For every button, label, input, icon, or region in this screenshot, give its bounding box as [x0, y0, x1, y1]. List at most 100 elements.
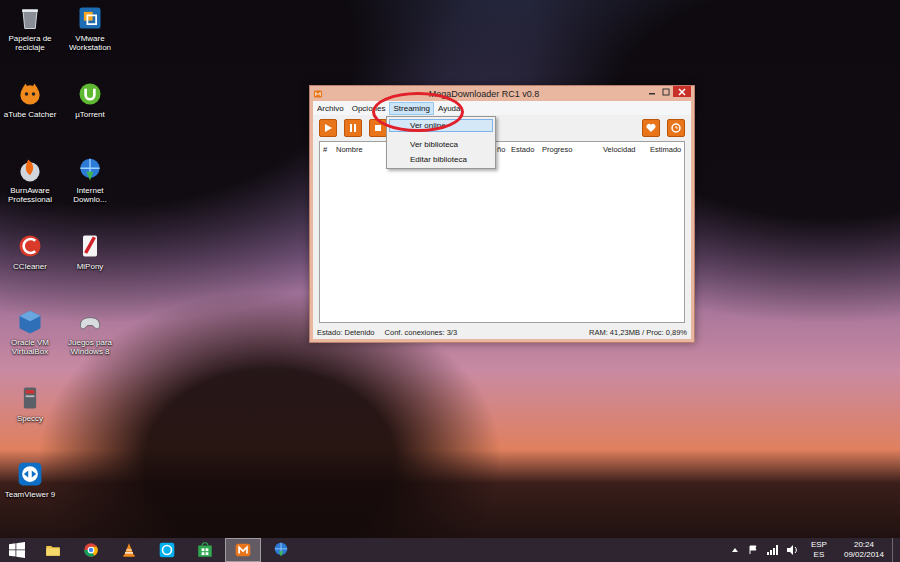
- maximize-icon: [662, 88, 670, 96]
- column-header[interactable]: Estimado: [650, 145, 684, 154]
- taskbar-item[interactable]: [111, 538, 147, 562]
- chrome-icon: [82, 541, 100, 559]
- menu-item[interactable]: Archivo: [313, 102, 348, 115]
- pause-icon: [348, 123, 358, 133]
- action-center-flag-icon[interactable]: [748, 545, 758, 555]
- recycle-bin-icon: [16, 4, 44, 32]
- clock-time: 20:24: [854, 540, 874, 550]
- desktop-icon[interactable]: µTorrent: [60, 80, 120, 156]
- virtualbox-icon: [16, 308, 44, 336]
- vlc-icon: [120, 541, 138, 559]
- games-controller-icon: [76, 308, 104, 336]
- teamviewer-icon: [16, 460, 44, 488]
- column-header[interactable]: Velocidad: [603, 145, 650, 154]
- status-connections: Conf. conexiones: 3/3: [385, 328, 458, 337]
- desktop-icon-label: Internet Downlo...: [61, 186, 119, 204]
- column-header[interactable]: ño: [497, 145, 511, 154]
- clock[interactable]: 20:2409/02/2014: [840, 540, 888, 559]
- desktop-icon[interactable]: Juegos para Windows 8: [60, 308, 120, 384]
- close-icon: [678, 88, 686, 96]
- megadownloader-icon: [313, 89, 323, 99]
- title-bar: MegaDownloader RC1 v0.8: [313, 86, 691, 101]
- show-desktop-button[interactable]: [892, 538, 900, 562]
- desktop-icon[interactable]: Internet Downlo...: [60, 156, 120, 232]
- close-button[interactable]: [673, 86, 691, 97]
- network-icon[interactable]: [767, 545, 778, 555]
- skype-icon: [158, 541, 176, 559]
- utorrent-icon: [76, 80, 104, 108]
- desktop-icon-label: aTube Catcher: [4, 110, 57, 119]
- donate-button[interactable]: [642, 119, 660, 137]
- desktop-icon[interactable]: Oracle VM VirtualBox: [0, 308, 60, 384]
- column-header[interactable]: #: [323, 145, 336, 154]
- file-explorer-icon: [44, 541, 62, 559]
- desktop-screen: Papelera de reciclaje aTube Catcher BurnAw…: [0, 0, 900, 562]
- stop-button[interactable]: [369, 119, 387, 137]
- desktop-icon[interactable]: MiPony: [60, 232, 120, 308]
- toolbar: [313, 115, 691, 141]
- desktop-icon[interactable]: aTube Catcher: [0, 80, 60, 156]
- taskbar-item[interactable]: [263, 538, 299, 562]
- speccy-icon: [16, 384, 44, 412]
- menu-entry[interactable]: Ver biblioteca: [389, 138, 493, 151]
- desktop-icon-label: Papelera de reciclaje: [1, 34, 59, 52]
- taskbar-item[interactable]: [225, 538, 261, 562]
- status-resources: RAM: 41,23MB / Proc: 0,89%: [589, 328, 687, 337]
- desktop-icon-label: MiPony: [77, 262, 104, 271]
- desktop: Papelera de reciclaje aTube Catcher BurnAw…: [0, 0, 900, 538]
- pause-button[interactable]: [344, 119, 362, 137]
- window-controls: [645, 86, 691, 97]
- desktop-icon[interactable]: VMware Workstation: [60, 4, 120, 80]
- menu-entry[interactable]: Editar biblioteca: [389, 153, 493, 166]
- language-code: ES: [814, 550, 825, 560]
- vmware-icon: [76, 4, 104, 32]
- minimize-button[interactable]: [645, 86, 659, 97]
- desktop-icon-label: Juegos para Windows 8: [61, 338, 119, 356]
- desktop-icon-label: VMware Workstation: [61, 34, 119, 52]
- menu-bar: ArchivoOpcionesStreamingAyuda: [313, 101, 691, 115]
- burnaware-icon: [16, 156, 44, 184]
- window-title: MegaDownloader RC1 v0.8: [327, 89, 641, 99]
- atube-catcher-icon: [16, 80, 44, 108]
- menu-item[interactable]: Streaming: [389, 102, 433, 115]
- internet-download-manager-icon: [272, 541, 290, 559]
- show-hidden-icons-icon[interactable]: [731, 546, 739, 554]
- streaming-menu: Ver online Ver biblioteca Editar bibliotec…: [386, 116, 496, 169]
- desktop-icon-label: TeamViewer 9: [5, 490, 56, 499]
- volume-icon[interactable]: [787, 545, 798, 555]
- language-code: ESP: [811, 540, 827, 550]
- taskbar-item[interactable]: [73, 538, 109, 562]
- desktop-icon[interactable]: TeamViewer 9: [0, 460, 60, 536]
- desktop-icon[interactable]: CCleaner: [0, 232, 60, 308]
- clock-date: 09/02/2014: [844, 550, 884, 560]
- menu-item[interactable]: Ayuda: [434, 102, 465, 115]
- system-tray: ESPES 20:2409/02/2014: [731, 538, 892, 562]
- column-header[interactable]: Estado: [511, 145, 542, 154]
- clock-icon: [671, 123, 681, 133]
- start-menu-button[interactable]: [0, 538, 34, 562]
- taskbar-item[interactable]: [149, 538, 185, 562]
- desktop-icon-label: Oracle VM VirtualBox: [1, 338, 59, 356]
- downloads-table: #NombreñoEstadoProgresoVelocidadEstimado: [319, 141, 685, 323]
- megadownloader-icon: [234, 541, 252, 559]
- desktop-icon-label: Speccy: [17, 414, 43, 423]
- play-icon: [323, 123, 333, 133]
- status-state: Estado: Detenido: [317, 328, 375, 337]
- store-icon: [196, 541, 214, 559]
- maximize-button[interactable]: [659, 86, 673, 97]
- windows-logo-icon: [9, 542, 25, 558]
- app-window: MegaDownloader RC1 v0.8 ArchivoOpcionesSt…: [309, 85, 695, 343]
- taskbar-item[interactable]: [35, 538, 71, 562]
- mipony-icon: [76, 232, 104, 260]
- taskbar-item[interactable]: [187, 538, 223, 562]
- desktop-icon-label: BurnAware Professional: [1, 186, 59, 204]
- schedule-button[interactable]: [667, 119, 685, 137]
- column-header[interactable]: Progreso: [542, 145, 603, 154]
- desktop-icon[interactable]: Speccy: [0, 384, 60, 460]
- desktop-icon[interactable]: BurnAware Professional: [0, 156, 60, 232]
- start-button[interactable]: [319, 119, 337, 137]
- menu-item[interactable]: Opciones: [348, 102, 390, 115]
- input-language[interactable]: ESPES: [807, 540, 831, 559]
- menu-entry[interactable]: Ver online: [389, 119, 493, 132]
- desktop-icon[interactable]: Papelera de reciclaje: [0, 4, 60, 80]
